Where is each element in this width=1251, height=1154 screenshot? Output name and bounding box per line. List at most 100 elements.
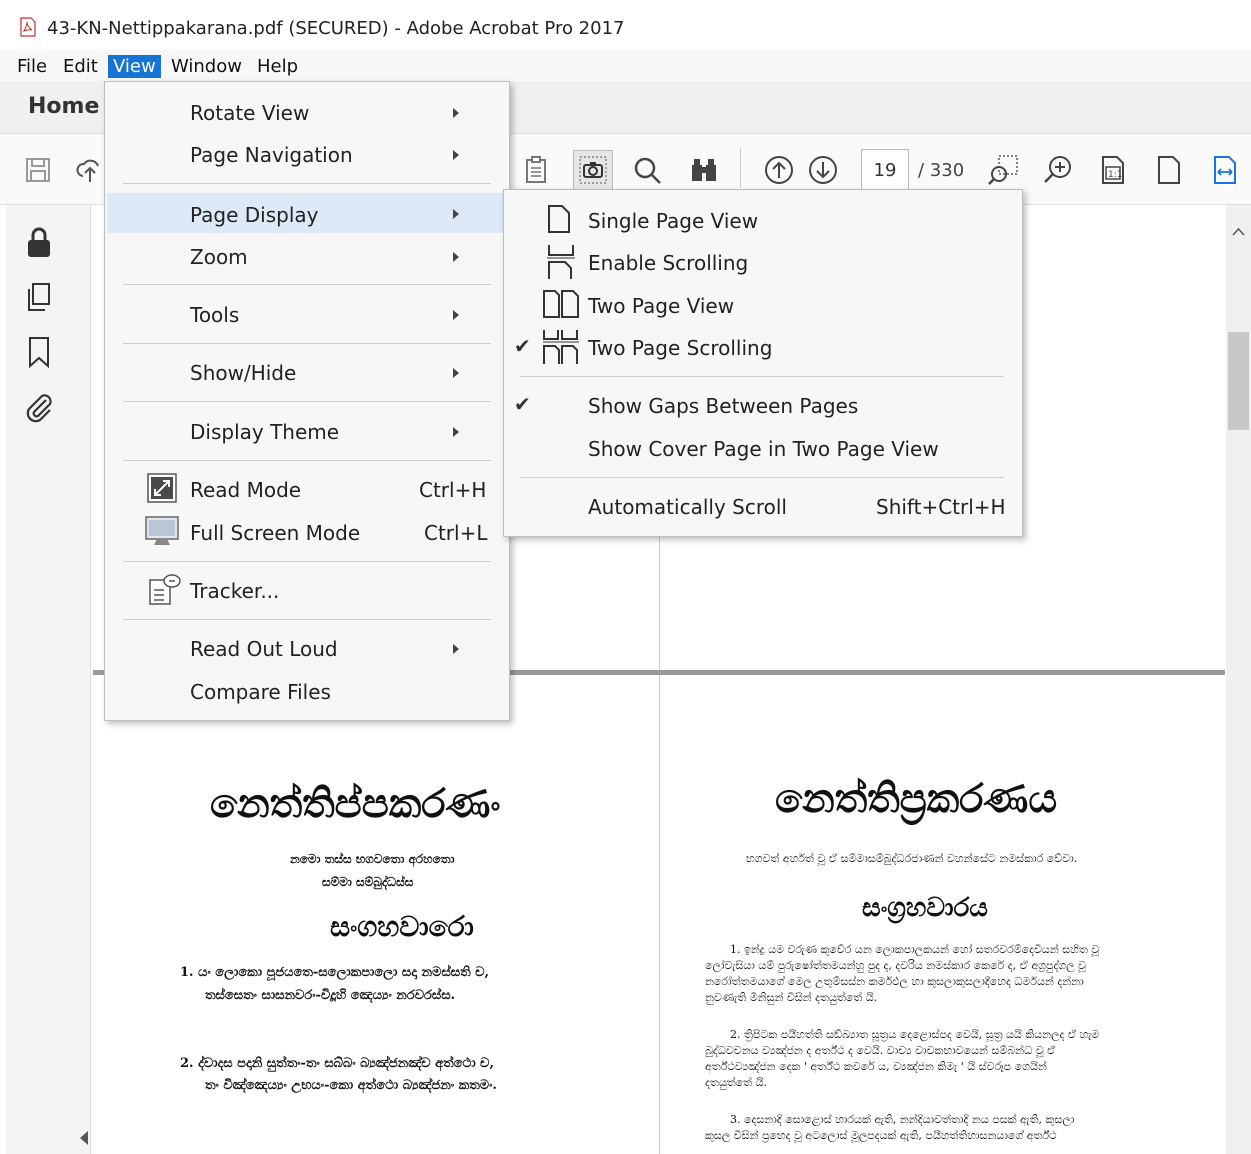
bookmark-icon[interactable] (22, 335, 56, 369)
submenu-arrow-icon (453, 427, 459, 437)
view-menu: Rotate View Page Navigation Page Display… (104, 81, 510, 721)
menu-item-show-hide[interactable]: Show/Hide (105, 353, 509, 393)
menu-bar: File Edit View Window Help (0, 50, 1251, 81)
menu-separator (123, 619, 491, 620)
menu-separator (123, 183, 491, 184)
checkmark-icon: ✔ (514, 334, 531, 358)
title-bar: 43-KN-Nettippakarana.pdf (SECURED) - Ado… (0, 0, 1251, 50)
menu-view[interactable]: View (108, 55, 161, 78)
zoom-icon[interactable] (1038, 150, 1078, 190)
window-title: 43-KN-Nettippakarana.pdf (SECURED) - Ado… (47, 18, 625, 39)
right-page-p2a: 2. ත්‍රිපිටක පයීහත්ති සඞ්ඛ්‍යාත සූත්‍රය … (730, 1028, 1100, 1041)
left-page-verse1b: තස්සෙතං සාසනවරං-විදූහි ඤෙය්‍යං නරවරස්ස. (205, 988, 456, 1003)
scroll-up-icon[interactable] (1232, 227, 1245, 236)
submenu-arrow-icon (453, 368, 459, 378)
fit-width-icon[interactable] (1205, 150, 1245, 190)
two-page-icon (543, 290, 579, 318)
submenu-arrow-icon (453, 252, 459, 262)
copy-pages-icon[interactable] (22, 280, 56, 314)
menu-window[interactable]: Window (166, 55, 247, 78)
menu-separator (123, 284, 491, 285)
full-screen-icon (145, 516, 179, 545)
menu-item-tracker[interactable]: Tracker... (105, 571, 509, 611)
right-page-p1a: 1. ඉන්ද්‍ර යම වරුණ කුවේර යන ලොකපාලකයන් හ… (730, 943, 1100, 956)
menu-item-automatically-scroll[interactable]: Automatically Scroll Shift+Ctrl+H (504, 487, 1022, 527)
menu-edit[interactable]: Edit (58, 55, 103, 78)
menu-item-show-cover-page[interactable]: Show Cover Page in Two Page View (504, 429, 1022, 469)
menu-item-rotate-view[interactable]: Rotate View (105, 93, 509, 133)
page-total: / 330 (918, 160, 965, 181)
menu-separator (520, 376, 1004, 377)
clipboard-icon[interactable] (516, 150, 556, 190)
menu-separator (520, 477, 1004, 478)
menu-separator (123, 460, 491, 461)
menu-item-show-gaps-between-pages[interactable]: ✔ Show Gaps Between Pages (504, 386, 1022, 426)
right-page-heading: සංග්‍රහවාරය (862, 893, 988, 923)
right-page-p2c: අර්ත්ථව්‍යඤ්ජන දෙක ' අර්ත්ථ කවරේ ය, ව්‍ය… (705, 1060, 1047, 1073)
single-page-icon (548, 205, 570, 233)
menu-item-tools[interactable]: Tools (105, 295, 509, 335)
submenu-arrow-icon (453, 150, 459, 160)
left-page-verse1a: 1. යං ලොකො පූජයතෙ-සලොකපාලො සදා නමස්සති ච… (180, 965, 490, 980)
menu-separator (123, 343, 491, 344)
menu-separator (123, 401, 491, 402)
scrolling-icon (547, 245, 575, 279)
left-navigation-rail (6, 205, 91, 1154)
right-page-p1d: නුවණැති මිනිසුන් විසින් දතයුත්තේ යි. (705, 991, 878, 1004)
menu-item-page-display[interactable]: Page Display (107, 193, 507, 233)
actual-size-icon[interactable]: 1:1 (1093, 150, 1133, 190)
fit-page-icon[interactable] (1149, 150, 1189, 190)
menu-file[interactable]: File (12, 55, 52, 78)
lock-icon[interactable] (22, 225, 56, 259)
submenu-arrow-icon (453, 644, 459, 654)
menu-item-single-page-view[interactable]: Single Page View (504, 201, 1022, 241)
right-page-line1: භගවත් අර්හත් වූ ඒ සම්මාසම්බුද්ධරජාණන් වහ… (746, 852, 1078, 865)
two-page-scrolling-icon (543, 330, 579, 364)
page-down-icon[interactable] (803, 150, 843, 190)
pdf-file-icon (20, 17, 36, 37)
menu-item-read-mode[interactable]: Read Mode Ctrl+H (105, 470, 509, 510)
menu-item-page-navigation[interactable]: Page Navigation (105, 135, 509, 175)
page-number-input[interactable]: 19 (861, 149, 909, 193)
left-page-line2: සම්මා සම්බුද්ධස්ස (322, 875, 414, 889)
marquee-zoom-icon[interactable] (983, 150, 1023, 190)
checkmark-icon: ✔ (514, 392, 531, 416)
right-page-p1b: ලෝවැසියා යම් පුරුෂෝත්තමයන්හු පුද ද, දවරි… (705, 959, 1086, 972)
submenu-arrow-icon (453, 310, 459, 320)
menu-item-two-page-view[interactable]: Two Page View (504, 286, 1022, 326)
menu-item-compare-files[interactable]: Compare Files (105, 672, 509, 712)
menu-item-display-theme[interactable]: Display Theme (105, 412, 509, 452)
right-page-p3a: 3. දෙසනාදි සොළොස් හාරයක් ඇති, නන්දියාවත්… (730, 1113, 1075, 1126)
save-icon[interactable] (18, 150, 58, 190)
snapshot-icon[interactable] (573, 150, 613, 190)
menu-separator (123, 561, 491, 562)
attachment-icon[interactable] (22, 390, 56, 424)
tab-home[interactable]: Home (28, 94, 99, 119)
right-page-title: නෙත්තිප්‍රකරණය (775, 775, 1058, 822)
left-page-title: නෙත්තිප්පකරණං (210, 780, 501, 827)
menu-item-zoom[interactable]: Zoom (105, 237, 509, 277)
toolbar-divider (740, 148, 741, 188)
left-page-line1: නමො තස්ස භගවතො අරහතො (290, 852, 455, 866)
menu-item-read-out-loud[interactable]: Read Out Loud (105, 629, 509, 669)
right-page-p2d: දතයුත්තේ යි. (705, 1076, 767, 1089)
right-page-p1c: නරෝත්තමයාගේ මෙල උතුම්සස්න කර්මඵල හා කුසල… (705, 975, 1084, 988)
search-icon[interactable] (627, 150, 667, 190)
right-page-p2b: බුද්ධවචනය ව්‍යඤ්ජන ද අර්ත්ථ ද වෙයි. වාච්… (705, 1044, 1056, 1057)
left-page-verse2a: 2. ද්වාදස පදානි සුත්තං-තං සබ්බං බ්‍යඤ්ජන… (180, 1056, 495, 1071)
collapse-panel-icon[interactable] (78, 1130, 90, 1146)
page-display-submenu: Single Page View Enable Scrolling Two Pa… (503, 189, 1023, 537)
svg-text:1:1: 1:1 (1108, 170, 1122, 180)
menu-item-enable-scrolling[interactable]: Enable Scrolling (504, 243, 1022, 283)
page-up-icon[interactable] (759, 150, 799, 190)
binoculars-icon[interactable] (684, 150, 724, 190)
read-mode-icon (147, 473, 177, 503)
right-page-p3b: කුසල විසින් ප්‍රභෙද වූ අටලොස් මූලපදයක් ඇ… (705, 1129, 1057, 1142)
left-page-verse2b: තං විඤ්ඤෙය්‍යං උභයං-කො අත්ථො බ්‍යඤ්ජනං ක… (205, 1078, 497, 1093)
submenu-arrow-icon (453, 108, 459, 118)
menu-item-full-screen-mode[interactable]: Full Screen Mode Ctrl+L (105, 513, 509, 553)
menu-item-two-page-scrolling[interactable]: ✔ Two Page Scrolling (504, 328, 1022, 368)
scrollbar-thumb[interactable] (1228, 332, 1249, 430)
left-page-heading: සංගහවාරො (330, 910, 474, 943)
menu-help[interactable]: Help (252, 55, 303, 78)
